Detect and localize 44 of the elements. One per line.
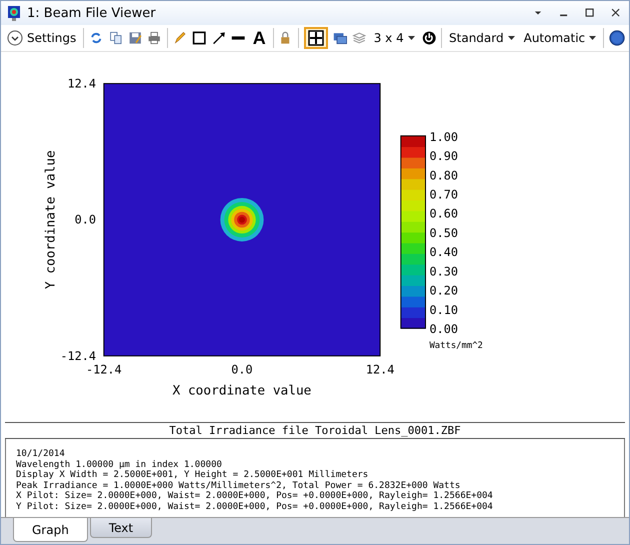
colorbar-label: 0.70 xyxy=(429,188,458,202)
view-tab[interactable]: Graph xyxy=(13,518,88,542)
caret-icon xyxy=(589,36,596,40)
app-icon xyxy=(7,5,21,21)
colorbar-label: 0.50 xyxy=(429,226,458,240)
colorbar-label: 0.60 xyxy=(429,206,458,221)
caret-icon xyxy=(408,36,415,40)
report-line: Wavelength 1.00000 µm in index 1.00000 xyxy=(16,460,223,470)
colorbar-label: 0.80 xyxy=(429,168,458,182)
chevron-down-icon xyxy=(7,30,23,46)
colorbar-label: 0.10 xyxy=(429,302,458,317)
y-tick-label: -12.4 xyxy=(60,348,96,363)
window-title: 1: Beam File Viewer xyxy=(27,6,157,20)
print-icon[interactable] xyxy=(147,29,162,47)
caret-icon xyxy=(508,36,515,40)
mode-dropdown[interactable]: Automatic xyxy=(522,27,598,49)
colorbar-label: 0.00 xyxy=(429,322,458,336)
x-tick-label: -12.4 xyxy=(86,362,122,377)
view-tab[interactable]: Text xyxy=(90,518,152,538)
y-tick-label: 0.0 xyxy=(74,212,96,227)
y-tick-label: 12.4 xyxy=(67,76,96,91)
colorbar-unit: Watts/mm^2 xyxy=(429,341,483,351)
layout-dropdown[interactable]: 3 x 4 xyxy=(372,27,417,49)
report-line: Y Pilot: Size= 2.0000E+000, Waist= 2.0000E+000, Pos= +0.0000E+000, Rayleigh= 1.2566E+004 xyxy=(16,502,494,512)
report-line: Peak Irradiance = 1.0000E+000 Watts/Millimeters^2, Total Power = 6.2832E+000 Watts xyxy=(16,480,462,491)
colorbar-label: 0.90 xyxy=(429,149,458,164)
mode-dropdown[interactable]: Standard xyxy=(447,27,517,49)
colorbar-label: 0.30 xyxy=(429,264,458,278)
x-tick-label: 0.0 xyxy=(231,362,253,377)
colorbar-label: 0.20 xyxy=(429,284,458,298)
settings-button[interactable]: Settings xyxy=(5,27,78,49)
fit-view-button[interactable] xyxy=(304,27,328,49)
x-axis-label: X coordinate value xyxy=(172,383,312,398)
x-tick-label: 12.4 xyxy=(366,362,394,377)
rectangle-icon[interactable] xyxy=(192,29,207,47)
report-line: 10/1/2014 xyxy=(16,449,66,460)
copy-icon[interactable] xyxy=(108,29,123,47)
colorbar-label: 1.00 xyxy=(429,130,458,144)
text-tool-button[interactable]: A xyxy=(250,27,268,49)
report-line: Display X Width = 2.5000E+001, Y Height = 2.5000E+001 Millimeters xyxy=(16,470,370,480)
report-line: X Pilot: Size= 2.0000E+000, Waist= 2.0000E+000, Pos= +0.0000E+000, Rayleigh= 1.2566E+004 xyxy=(16,491,494,502)
colorbar-label: 0.40 xyxy=(429,245,458,260)
y-axis-label: Y coordinate value xyxy=(44,150,59,290)
report-title: Total Irradiance file Toroidal Lens_0001.ZBF xyxy=(5,422,625,439)
